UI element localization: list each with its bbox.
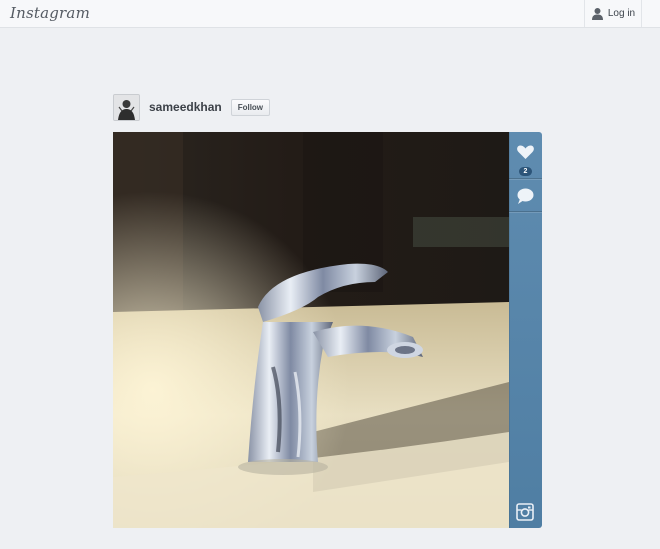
likes-count-badge: 2 [519,167,532,176]
like-button[interactable]: 2 [509,138,542,178]
instagram-logo[interactable]: Instagram [10,4,90,22]
faucet-photo [113,132,509,528]
avatar[interactable] [113,93,140,121]
user-icon [591,7,604,20]
username-link[interactable]: sameedkhan [149,100,222,114]
login-label: Log in [607,8,636,19]
post-actions-sidebar: 2 [509,132,542,528]
post-media-image[interactable] [113,132,509,528]
sidebar-divider [509,178,542,179]
login-button[interactable]: Log in [584,0,642,27]
follow-button[interactable]: Follow [230,98,271,116]
sidebar-divider [509,211,542,212]
post-owner-header: sameedkhan Follow [113,93,271,121]
comment-button[interactable] [509,184,542,212]
instagram-icon[interactable] [515,502,535,522]
top-navigation-bar: Instagram Log in [0,0,660,28]
